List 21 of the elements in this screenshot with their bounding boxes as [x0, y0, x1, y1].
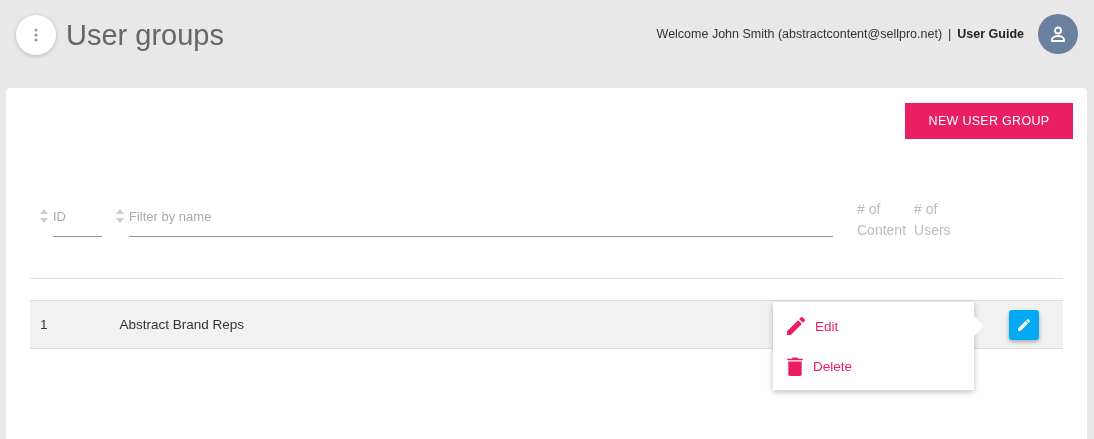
sort-icon[interactable]: [116, 209, 124, 223]
new-user-group-button[interactable]: NEW USER GROUP: [905, 103, 1073, 139]
sort-icon[interactable]: [40, 209, 48, 223]
menu-item[interactable]: Delete: [773, 346, 974, 386]
welcome-text: Welcome John Smith (abstractcontent@sellpro.net): [656, 27, 943, 41]
column-header: # of Content: [857, 200, 907, 240]
pencil-icon: [787, 317, 805, 335]
more-vertical-icon: [34, 28, 38, 42]
column-header: # of Users: [914, 200, 951, 240]
page-title: User groups: [66, 18, 224, 52]
trash-icon: [787, 356, 803, 376]
edit-button[interactable]: [1009, 309, 1039, 340]
user-icon: [1050, 26, 1066, 42]
menu-item[interactable]: Edit: [773, 306, 974, 346]
table-cell: Abstract Brand Reps: [119, 317, 245, 332]
table-cell: 1: [40, 317, 48, 332]
pencil-icon: [1018, 318, 1030, 331]
more-menu-button[interactable]: [16, 15, 56, 55]
user-avatar-button[interactable]: [1038, 14, 1078, 54]
separator-text: |: [948, 27, 952, 41]
user-guide-link[interactable]: User Guide: [957, 27, 1024, 41]
